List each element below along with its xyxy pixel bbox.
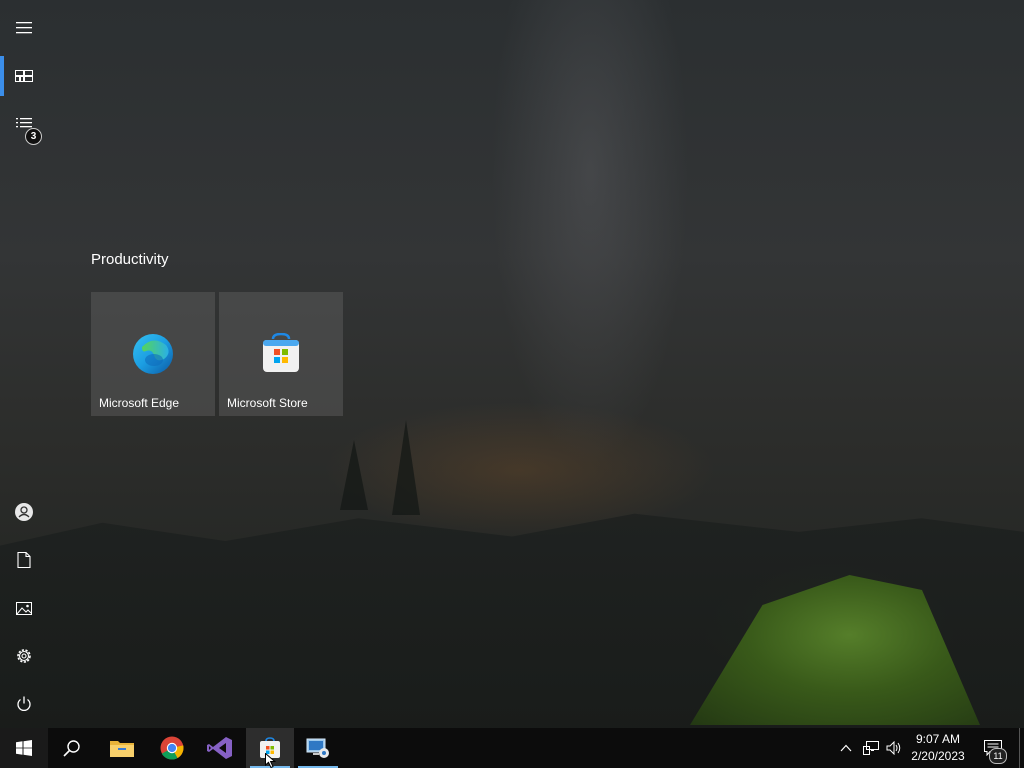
tile-label: Microsoft Store <box>227 396 308 410</box>
pictures-icon <box>16 601 32 615</box>
edge-logo-icon <box>133 334 173 374</box>
settings-button[interactable] <box>0 632 48 680</box>
taskbar-clock[interactable]: 9:07 AM 2/20/2023 <box>906 731 970 765</box>
taskbar-visual-studio[interactable] <box>196 728 244 768</box>
network-button[interactable] <box>860 728 882 768</box>
tree-silhouette <box>340 440 368 510</box>
power-button[interactable] <box>0 680 48 728</box>
clock-time: 9:07 AM <box>915 732 961 746</box>
chevron-up-icon <box>840 744 852 752</box>
tree-silhouette <box>392 420 420 515</box>
documents-button[interactable] <box>0 536 48 584</box>
volume-button[interactable] <box>884 728 904 768</box>
taskbar-remote-desktop[interactable] <box>294 728 342 768</box>
store-bag-icon <box>263 333 299 372</box>
chrome-icon <box>160 736 184 760</box>
tile-microsoft-store[interactable]: Microsoft Store <box>219 292 343 416</box>
notification-count-badge: 11 <box>989 748 1007 764</box>
documents-icon <box>17 552 31 568</box>
user-account-icon <box>15 503 33 521</box>
hamburger-icon <box>16 22 32 34</box>
taskbar-google-chrome[interactable] <box>148 728 196 768</box>
power-icon <box>17 696 31 711</box>
clock-date: 2/20/2023 <box>911 749 965 763</box>
tile-microsoft-edge[interactable]: Microsoft Edge <box>91 292 215 416</box>
network-icon <box>863 741 879 755</box>
settings-gear-icon <box>17 649 31 663</box>
search-button[interactable] <box>48 728 96 768</box>
start-menu-rail: 3 <box>0 0 48 728</box>
speaker-icon <box>886 741 901 755</box>
tiles-view-button[interactable] <box>0 52 48 100</box>
pictures-button[interactable] <box>0 584 48 632</box>
tile-group-title[interactable]: Productivity <box>91 251 169 268</box>
taskbar: 9:07 AM 2/20/2023 <box>0 728 1024 768</box>
remote-desktop-icon <box>306 738 329 758</box>
show-hidden-icons-button[interactable] <box>836 728 856 768</box>
expand-menu-button[interactable] <box>0 4 48 52</box>
user-account-button[interactable] <box>0 488 48 536</box>
taskbar-file-explorer[interactable] <box>98 728 146 768</box>
mouse-cursor-icon <box>265 753 276 768</box>
windows-logo-icon <box>16 740 32 756</box>
folder-icon <box>110 741 134 757</box>
all-apps-count-badge: 3 <box>25 128 42 145</box>
search-icon <box>63 740 80 757</box>
show-desktop-button[interactable] <box>1019 728 1020 768</box>
visual-studio-icon <box>207 737 232 759</box>
tile-label: Microsoft Edge <box>99 396 180 410</box>
all-apps-button[interactable]: 3 <box>0 100 48 148</box>
start-button[interactable] <box>0 728 48 768</box>
all-tiles-icon <box>15 70 33 82</box>
